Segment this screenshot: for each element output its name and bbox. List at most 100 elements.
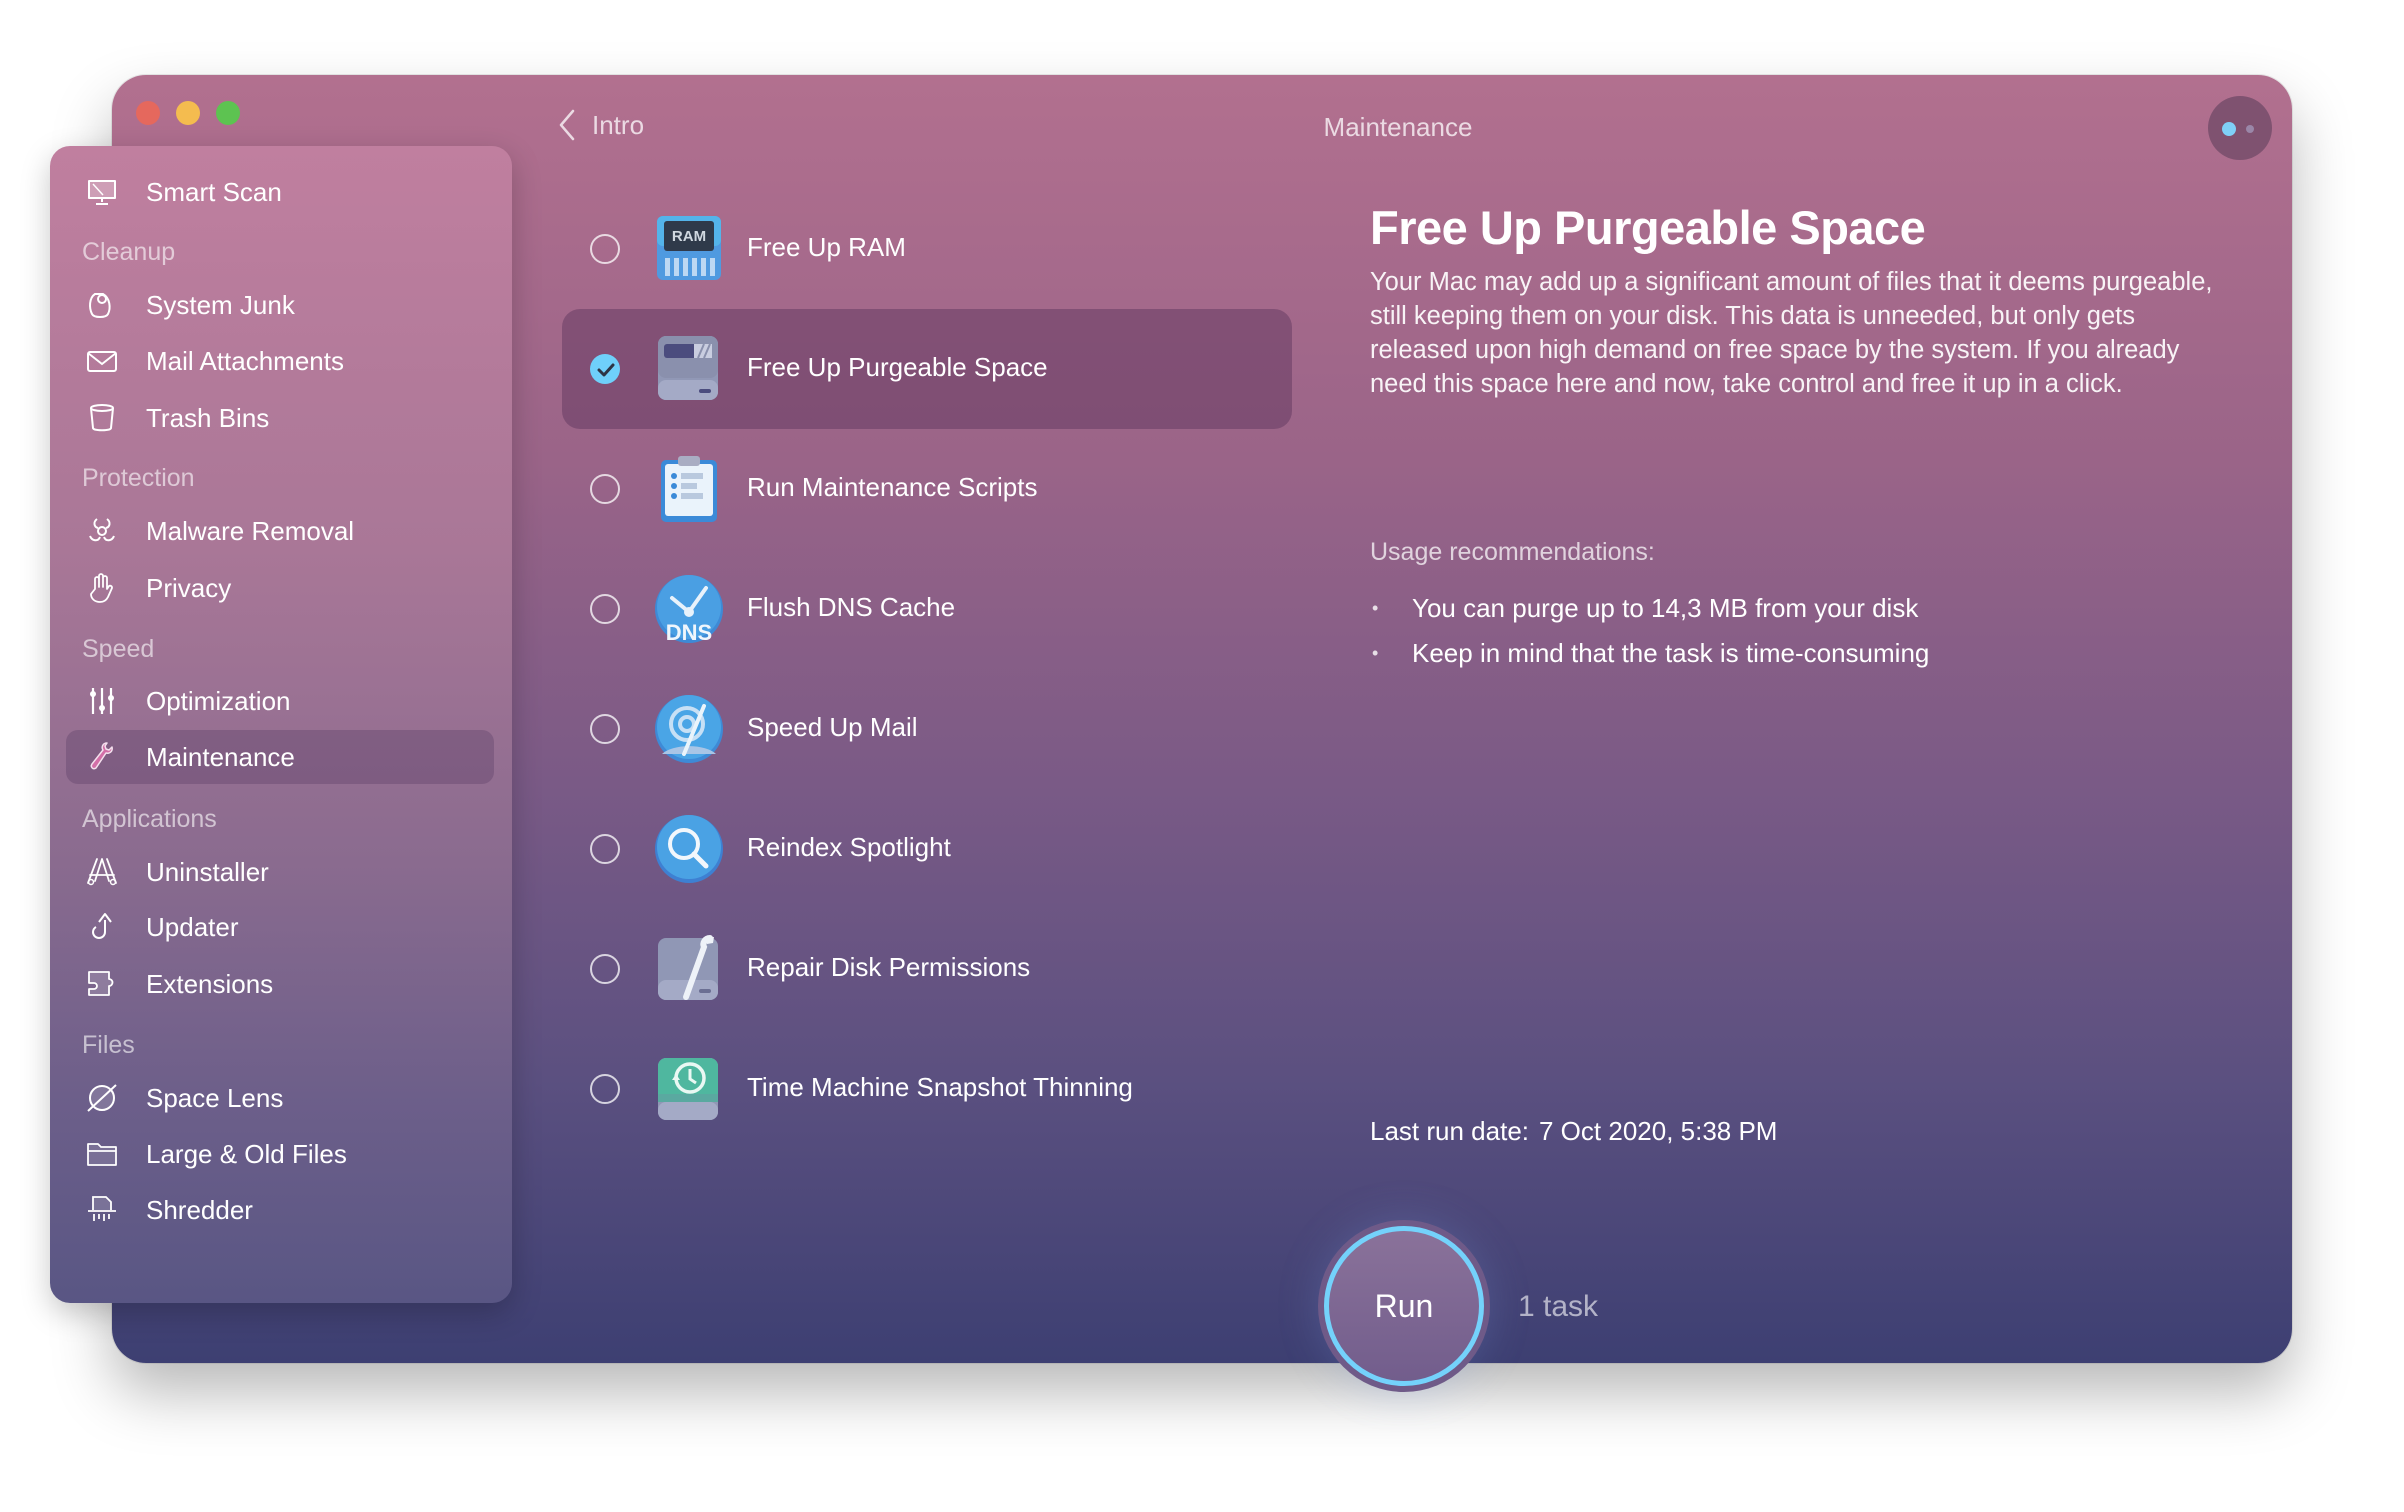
task-label: Free Up RAM [747,232,906,262]
monitor-icon [84,174,120,210]
disk-icon [654,334,724,404]
section-applications: Applications [82,805,217,833]
task-checkbox[interactable] [590,714,620,744]
assistant-button[interactable] [2208,96,2272,160]
dns-icon: DNS [654,574,724,645]
sidebar-item-mail-attachments[interactable]: Mail Attachments [66,334,494,388]
usage-item-text: You can purge up to 14,3 MB from your di… [1412,593,1919,623]
window-title: Maintenance [1323,112,1473,142]
section-files: Files [82,1031,135,1059]
section-protection: Protection [82,464,195,492]
ram-icon: RAM [654,214,724,284]
trash-icon [84,400,120,436]
time-machine-icon [654,1054,724,1124]
sidebar-item-shredder[interactable]: Shredder [66,1183,494,1237]
run-button[interactable]: Run [1318,1220,1490,1392]
sidebar-item-space-lens[interactable]: Space Lens [66,1071,494,1125]
sidebar-item-optimization[interactable]: Optimization [66,674,494,728]
sidebar-item-label: Extensions [146,968,274,999]
task-reindex-spotlight[interactable]: Reindex Spotlight [562,789,1292,909]
assistant-icon [2222,122,2236,136]
task-checkbox[interactable] [590,474,620,504]
sidebar-item-extensions[interactable]: Extensions [66,957,494,1011]
checkmark-icon [597,363,615,377]
usage-heading: Usage recommendations: [1370,538,1655,566]
task-run-maintenance-scripts[interactable]: Run Maintenance Scripts [562,429,1292,549]
task-repair-disk-permissions[interactable]: Repair Disk Permissions [562,909,1292,1029]
sliders-icon [84,683,120,719]
usage-item-text: Keep in mind that the task is time-consu… [1412,638,1930,668]
bullet: • [1372,643,1379,663]
sidebar-item-label: Shredder [146,1194,253,1225]
sidebar-item-uninstaller[interactable]: Uninstaller [66,845,494,899]
chevron-left-icon [559,109,575,141]
task-checkbox[interactable] [590,1074,620,1104]
sidebar-item-system-junk[interactable]: System Junk [66,278,494,332]
detail-title: Free Up Purgeable Space [1370,201,1926,254]
back-button[interactable]: Intro [556,108,644,142]
sidebar-item-label: Smart Scan [146,176,282,207]
system-junk-icon [84,287,120,323]
sidebar-item-label: Updater [146,911,239,942]
sidebar-item-privacy[interactable]: Privacy [66,561,494,615]
task-label: Time Machine Snapshot Thinning [747,1072,1133,1102]
task-count: 1 task [1518,1290,1599,1323]
app-store-icon [84,854,120,890]
bullet: • [1372,598,1379,618]
envelope-icon [84,343,120,379]
task-label: Run Maintenance Scripts [747,472,1038,502]
sidebar-item-label: System Junk [146,289,295,320]
assistant-dot [2246,125,2254,133]
sidebar-item-label: Privacy [146,572,232,603]
task-label: Reindex Spotlight [747,832,951,862]
sidebar-item-updater[interactable]: Updater [66,900,494,954]
biohazard-icon [84,513,120,549]
last-run-value: 7 Oct 2020, 5:38 PM [1539,1116,1778,1146]
update-arrow-icon [84,909,120,945]
folder-icon [84,1136,120,1172]
sidebar-item-label: Space Lens [146,1082,284,1113]
hand-icon [84,570,120,606]
task-checkbox[interactable] [590,954,620,984]
section-speed: Speed [82,635,155,663]
task-checkbox[interactable] [590,594,620,624]
svg-text:RAM: RAM [672,228,706,245]
clipboard-icon [654,454,724,524]
task-free-up-ram[interactable]: RAM Free Up RAM [562,189,1292,309]
usage-list: • You can purge up to 14,3 MB from your d… [1370,586,1929,676]
task-checkbox[interactable] [590,234,620,264]
sidebar-item-label: Uninstaller [146,856,269,887]
detail-description: Your Mac may add up a significant amount… [1370,268,2213,398]
planet-icon [84,1080,120,1116]
task-checkbox-checked[interactable] [590,354,620,384]
sidebar-item-large-old-files[interactable]: Large & Old Files [66,1127,494,1181]
svg-text:DNS: DNS [666,620,712,644]
task-speed-up-mail[interactable]: Speed Up Mail [562,669,1292,789]
close-button[interactable] [136,101,160,125]
disk-wrench-icon [654,934,724,1004]
spotlight-icon [654,814,724,884]
last-run-date: Last run date: 7 Oct 2020, 5:38 PM [1370,1116,1777,1147]
sidebar-item-malware-removal[interactable]: Malware Removal [66,504,494,558]
sidebar-item-maintenance[interactable]: Maintenance [66,730,494,784]
task-time-machine-snapshot-thinning[interactable]: Time Machine Snapshot Thinning [562,1029,1292,1149]
wrench-icon [84,739,120,775]
sidebar-item-label: Optimization [146,685,291,716]
sidebar-item-label: Maintenance [146,741,295,772]
sidebar-item-label: Trash Bins [146,402,270,433]
run-label: Run [1374,1287,1434,1324]
task-flush-dns-cache[interactable]: DNS Flush DNS Cache [562,549,1292,669]
task-free-up-purgeable-space[interactable]: Free Up Purgeable Space [562,309,1292,429]
sidebar-item-label: Large & Old Files [146,1138,347,1169]
mail-speed-icon [654,694,724,764]
puzzle-icon [84,966,120,1002]
usage-item: • Keep in mind that the task is time-cons… [1370,631,1929,676]
task-label: Free Up Purgeable Space [747,352,1048,382]
zoom-button[interactable] [216,101,240,125]
minimize-button[interactable] [176,101,200,125]
sidebar-item-smart-scan[interactable]: Smart Scan [66,165,494,219]
sidebar-item-trash-bins[interactable]: Trash Bins [66,391,494,445]
task-label: Flush DNS Cache [747,592,956,622]
sidebar-item-label: Malware Removal [146,515,355,546]
task-checkbox[interactable] [590,834,620,864]
